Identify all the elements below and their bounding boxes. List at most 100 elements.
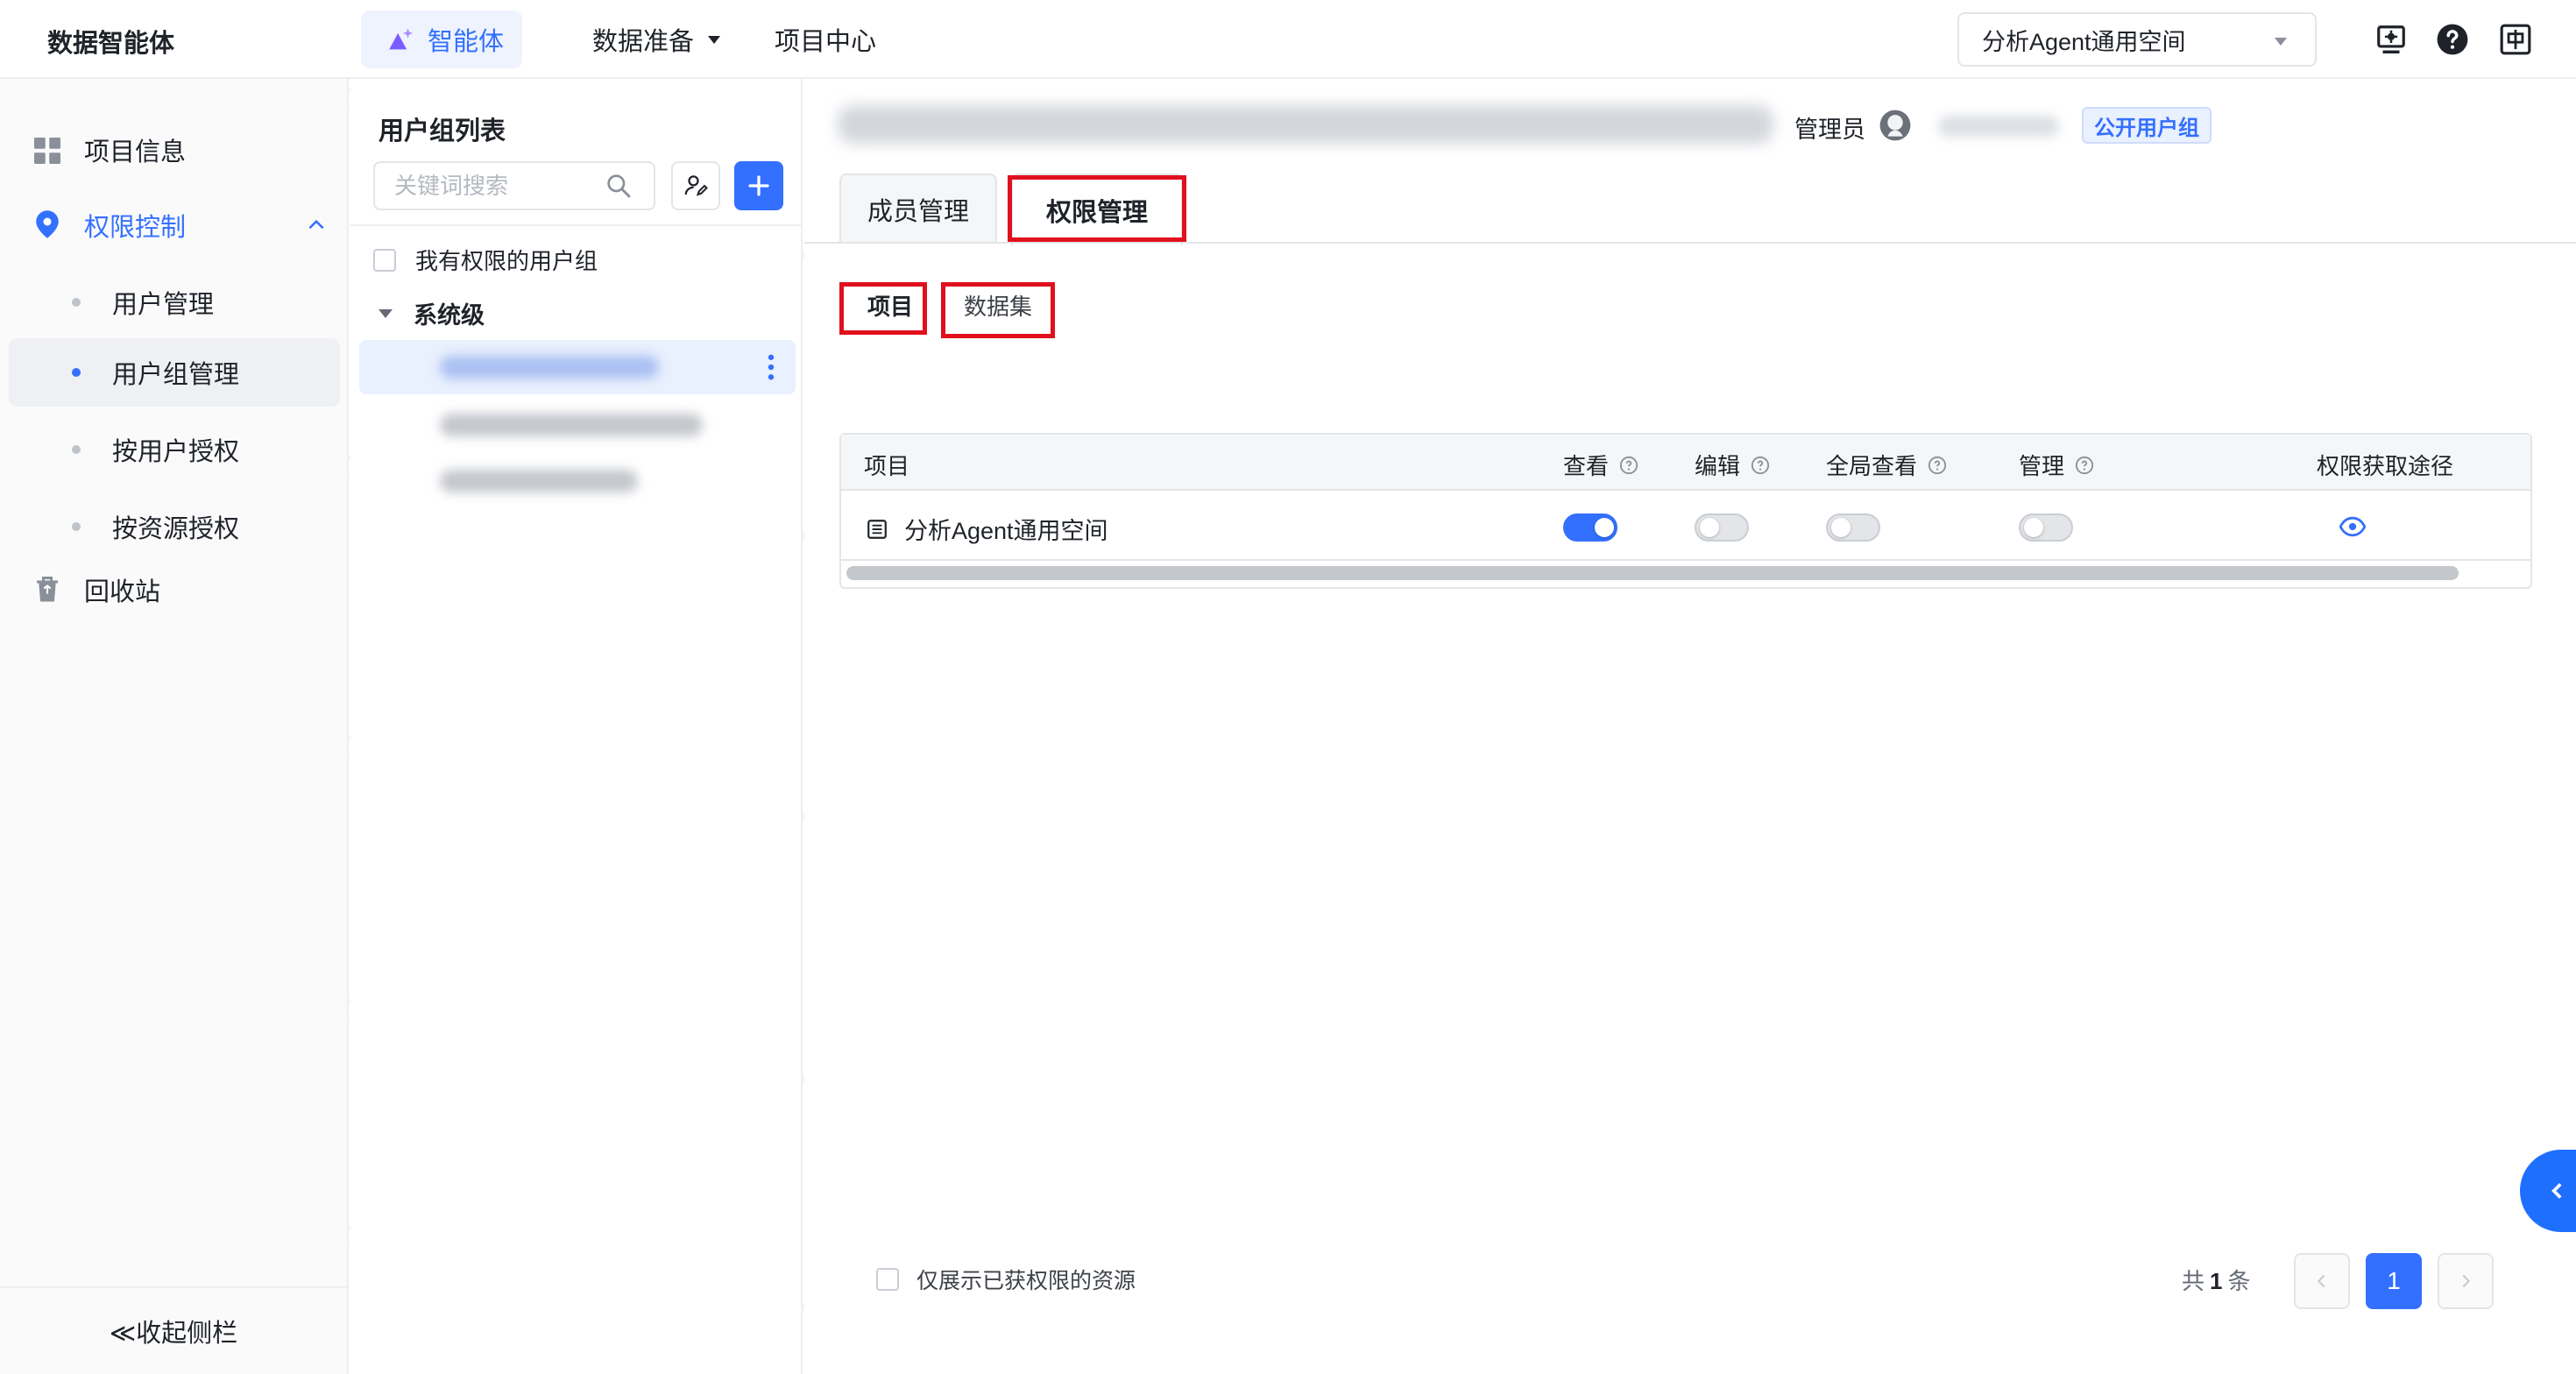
bullet-dot	[72, 445, 81, 454]
bullet-dot	[72, 522, 81, 531]
nav-agent-label: 智能体	[428, 28, 505, 56]
checkbox-label: 仅展示已获权限的资源	[916, 1269, 1136, 1293]
sidebar-item-label: 用户组管理	[112, 361, 240, 389]
sidebar-item-label: 项目信息	[84, 138, 187, 166]
column-header-label: 权限获取途径	[2317, 453, 2454, 479]
plus-icon	[748, 175, 769, 196]
eye-icon[interactable]	[2339, 515, 2366, 538]
column-header-label: 查看	[1563, 453, 1610, 479]
checkbox[interactable]	[876, 1268, 899, 1291]
question-circle-icon[interactable]	[1751, 456, 1770, 475]
app: lm_finance_admin@2101472452 lm_finance_a…	[0, 0, 2576, 1374]
my-groups-filter[interactable]: 我有权限的用户组	[373, 244, 598, 276]
language-switch-icon[interactable]	[2499, 23, 2532, 56]
tree-leaf-selected[interactable]	[359, 340, 796, 394]
column-header-manage: 管理	[2019, 449, 2094, 481]
tab-members[interactable]: 成员管理	[839, 174, 997, 244]
redacted-admin-name	[1938, 116, 2059, 137]
sidebar-item-grant-by-user[interactable]: 按用户授权	[0, 422, 349, 477]
sidebar-item-label: 回收站	[84, 578, 161, 606]
sidebar-item-label: 权限控制	[84, 214, 187, 242]
table-header: 项目 查看 编辑 全局查看 管理 权限获取途径	[841, 435, 2530, 491]
bullet-dot	[72, 368, 81, 377]
nav-project-center[interactable]: 项目中心	[775, 11, 876, 68]
prev-page-button[interactable]	[2294, 1253, 2350, 1309]
user-edit-button[interactable]	[671, 161, 720, 210]
monitor-settings-icon[interactable]	[2374, 23, 2408, 56]
divider	[350, 224, 803, 226]
page-button-current[interactable]: 1	[2366, 1253, 2422, 1309]
column-header-label: 项目	[864, 453, 910, 479]
location-pin-icon	[36, 210, 59, 238]
app-logo[interactable]: 数据智能体	[47, 23, 174, 60]
collapse-sidebar-button[interactable]: ≪收起侧栏	[0, 1286, 347, 1374]
caret-down-icon[interactable]	[379, 308, 393, 318]
sidebar-item-user-mgmt[interactable]: 用户管理	[0, 275, 349, 329]
workspace-select[interactable]: 分析Agent通用空间	[1957, 12, 2317, 67]
redacted-group-name	[440, 356, 659, 379]
sidebar-item-access-control[interactable]: 权限控制	[0, 198, 349, 252]
help-icon[interactable]	[2436, 23, 2469, 56]
nav-agent[interactable]: 智能体	[361, 11, 522, 68]
chevron-left-icon	[2317, 1274, 2325, 1288]
tab-permissions[interactable]: 权限管理	[1011, 174, 1183, 245]
total-suffix: 条	[2227, 1268, 2251, 1294]
workspace-select-value: 分析Agent通用空间	[1982, 28, 2186, 55]
caret-down-icon	[2275, 38, 2287, 46]
sidebar-item-project-info[interactable]: 项目信息	[0, 123, 349, 177]
redacted-group-name	[440, 470, 638, 492]
nav-data-prep-label: 数据准备	[592, 28, 695, 56]
tabs-divider	[804, 242, 2576, 244]
checkbox[interactable]	[373, 248, 396, 272]
redacted-group-title	[838, 105, 1773, 144]
subtab-dataset[interactable]: 数据集	[964, 289, 1032, 322]
chevron-up-icon[interactable]	[305, 214, 328, 237]
horizontal-scrollbar[interactable]	[846, 566, 2459, 580]
sidebar: 项目信息 权限控制 用户管理 用户组管理 按用户授权 按资源授权 回收站 ≪收起…	[0, 79, 349, 1374]
user-group-panel: 用户组列表 我有权限的用户组 系统级	[350, 79, 803, 1374]
top-bar: 数据智能体 智能体 数据准备 项目中心 分析Agent通用空间	[0, 0, 2576, 79]
table-cell-project: 分析Agent通用空间	[866, 512, 1108, 546]
column-header-label: 管理	[2019, 453, 2065, 479]
search-icon[interactable]	[605, 172, 633, 200]
project-name: 分析Agent通用空间	[904, 518, 1108, 544]
next-page-button[interactable]	[2438, 1253, 2494, 1309]
add-group-button[interactable]	[734, 161, 783, 210]
column-header-global-view: 全局查看	[1826, 449, 1947, 481]
recycle-bin-icon	[37, 577, 58, 602]
caret-down-icon	[708, 35, 721, 44]
toggle-global-view[interactable]	[1826, 513, 1880, 542]
sparkle-icon	[389, 28, 414, 50]
question-circle-icon[interactable]	[1928, 456, 1947, 475]
column-header-edit: 编辑	[1695, 449, 1770, 481]
nav-data-prep[interactable]: 数据准备	[592, 11, 721, 68]
total-prefix: 共	[2182, 1268, 2205, 1294]
sidebar-item-user-group-mgmt[interactable]: 用户组管理	[9, 338, 340, 407]
tree-leaf[interactable]	[359, 398, 796, 452]
column-header-view: 查看	[1563, 449, 1638, 481]
chevron-right-icon	[2462, 1274, 2471, 1288]
sidebar-item-recycle-bin[interactable]: 回收站	[0, 563, 349, 617]
admin-label: 管理员	[1794, 117, 1865, 143]
question-circle-icon[interactable]	[2075, 456, 2094, 475]
sidebar-item-label: 用户管理	[112, 291, 215, 319]
main-content: 管理员 公开用户组 成员管理 权限管理 项目 数据集 项目 查看 编辑 全局查看…	[804, 79, 2576, 1374]
chevron-left-icon	[2551, 1183, 2562, 1199]
subtab-project[interactable]: 项目	[867, 289, 913, 322]
checkbox-label: 我有权限的用户组	[415, 248, 598, 274]
toggle-view[interactable]	[1563, 513, 1617, 542]
tree-node-system[interactable]: 系统级	[379, 296, 485, 330]
permission-table: 项目 查看 编辑 全局查看 管理 权限获取途径 分析Agent通用空间	[839, 433, 2532, 589]
question-circle-icon[interactable]	[1619, 456, 1638, 475]
total-count: 共1条	[2182, 1264, 2251, 1296]
avatar-icon	[1879, 110, 1911, 141]
bullet-dot	[72, 298, 81, 307]
column-header-source: 权限获取途径	[2317, 449, 2453, 481]
toggle-edit[interactable]	[1695, 513, 1749, 542]
toggle-manage[interactable]	[2019, 513, 2073, 542]
only-granted-filter[interactable]: 仅展示已获权限的资源	[876, 1264, 1136, 1295]
tree-leaf[interactable]	[359, 454, 796, 508]
more-vertical-icon[interactable]	[768, 354, 775, 380]
sidebar-item-grant-by-resource[interactable]: 按资源授权	[0, 499, 349, 554]
status-badge: 公开用户组	[2082, 107, 2212, 144]
